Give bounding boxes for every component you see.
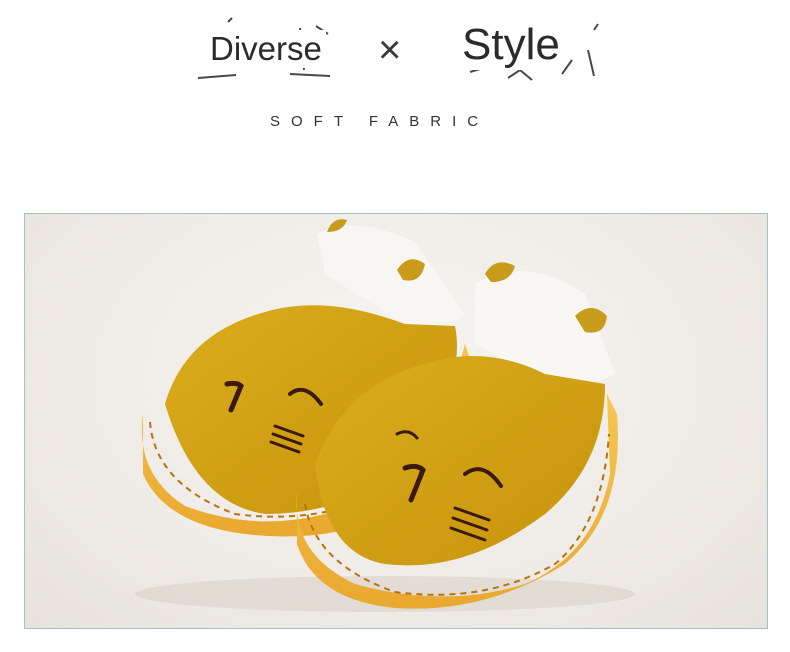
headline-right-word: Style: [458, 20, 564, 70]
header: Diverse × Style SOFT FABRIC: [0, 0, 790, 160]
subtitle: SOFT FABRIC: [270, 113, 490, 130]
baby-shoe-socks-illustration: [135, 219, 635, 612]
headline-left-word: Diverse: [206, 30, 326, 68]
times-separator: ×: [378, 28, 402, 72]
product-photo: [24, 213, 768, 629]
